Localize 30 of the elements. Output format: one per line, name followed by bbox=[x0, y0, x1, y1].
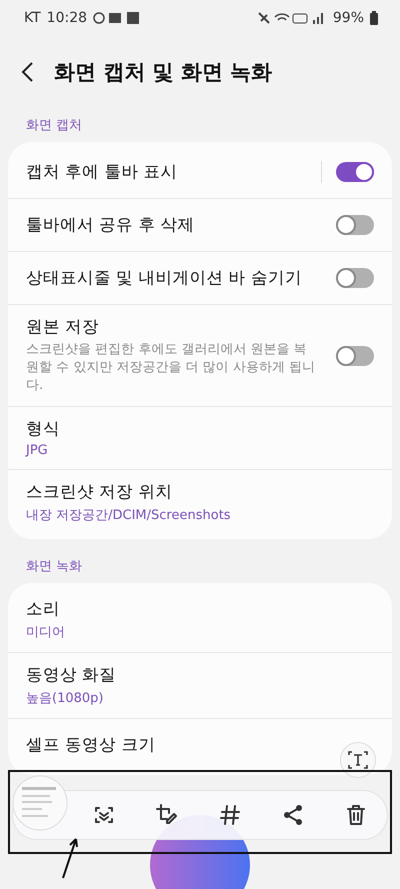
annotation-arrow bbox=[60, 836, 80, 880]
setting-description: 스크린샷을 편집한 후에도 갤러리에서 원본을 복원할 수 있지만 저장공간을 더 많이 사용하게 됩니다. bbox=[26, 341, 316, 395]
setting-value: 내장 저장공간/DCIM/Screenshots bbox=[26, 507, 231, 524]
toggle-switch[interactable] bbox=[336, 346, 374, 366]
page-title: 화면 캡처 및 화면 녹화 bbox=[54, 59, 272, 86]
section-title: 화면 캡처 bbox=[25, 117, 84, 135]
section-title: 화면 녹화 bbox=[25, 558, 84, 576]
setting-title[interactable]: 동영상 화질 bbox=[26, 664, 116, 686]
clock: 10:28 bbox=[46, 10, 88, 26]
setting-title[interactable]: 셀프 동영상 크기 bbox=[26, 734, 156, 756]
toggle-switch[interactable] bbox=[336, 268, 374, 288]
crop-edit-icon bbox=[155, 803, 180, 827]
setting-value: JPG bbox=[26, 443, 48, 458]
setting-value: 높음(1080p) bbox=[26, 690, 104, 707]
setting-title[interactable]: 원본 저장 bbox=[26, 316, 100, 338]
carrier: KT bbox=[24, 10, 41, 26]
text-icon bbox=[347, 749, 369, 771]
setting-title[interactable]: 스크린샷 저장 위치 bbox=[26, 481, 172, 503]
toggle-switch[interactable] bbox=[336, 215, 374, 235]
hashtag-icon bbox=[218, 803, 242, 827]
setting-title[interactable]: 상태표시줄 및 내비게이션 바 숨기기 bbox=[26, 267, 302, 289]
toggle-switch[interactable] bbox=[336, 162, 374, 182]
setting-title[interactable]: 캡처 후에 툴바 표시 bbox=[26, 161, 178, 183]
battery-level: 99% bbox=[332, 10, 364, 26]
battery-icon bbox=[370, 11, 378, 25]
setting-value: 미디어 bbox=[26, 624, 65, 641]
setting-title[interactable]: 소리 bbox=[26, 598, 60, 620]
back-icon[interactable] bbox=[20, 61, 34, 83]
setting-title[interactable]: 툴바에서 공유 후 삭제 bbox=[26, 214, 195, 236]
setting-title[interactable]: 형식 bbox=[26, 418, 60, 440]
